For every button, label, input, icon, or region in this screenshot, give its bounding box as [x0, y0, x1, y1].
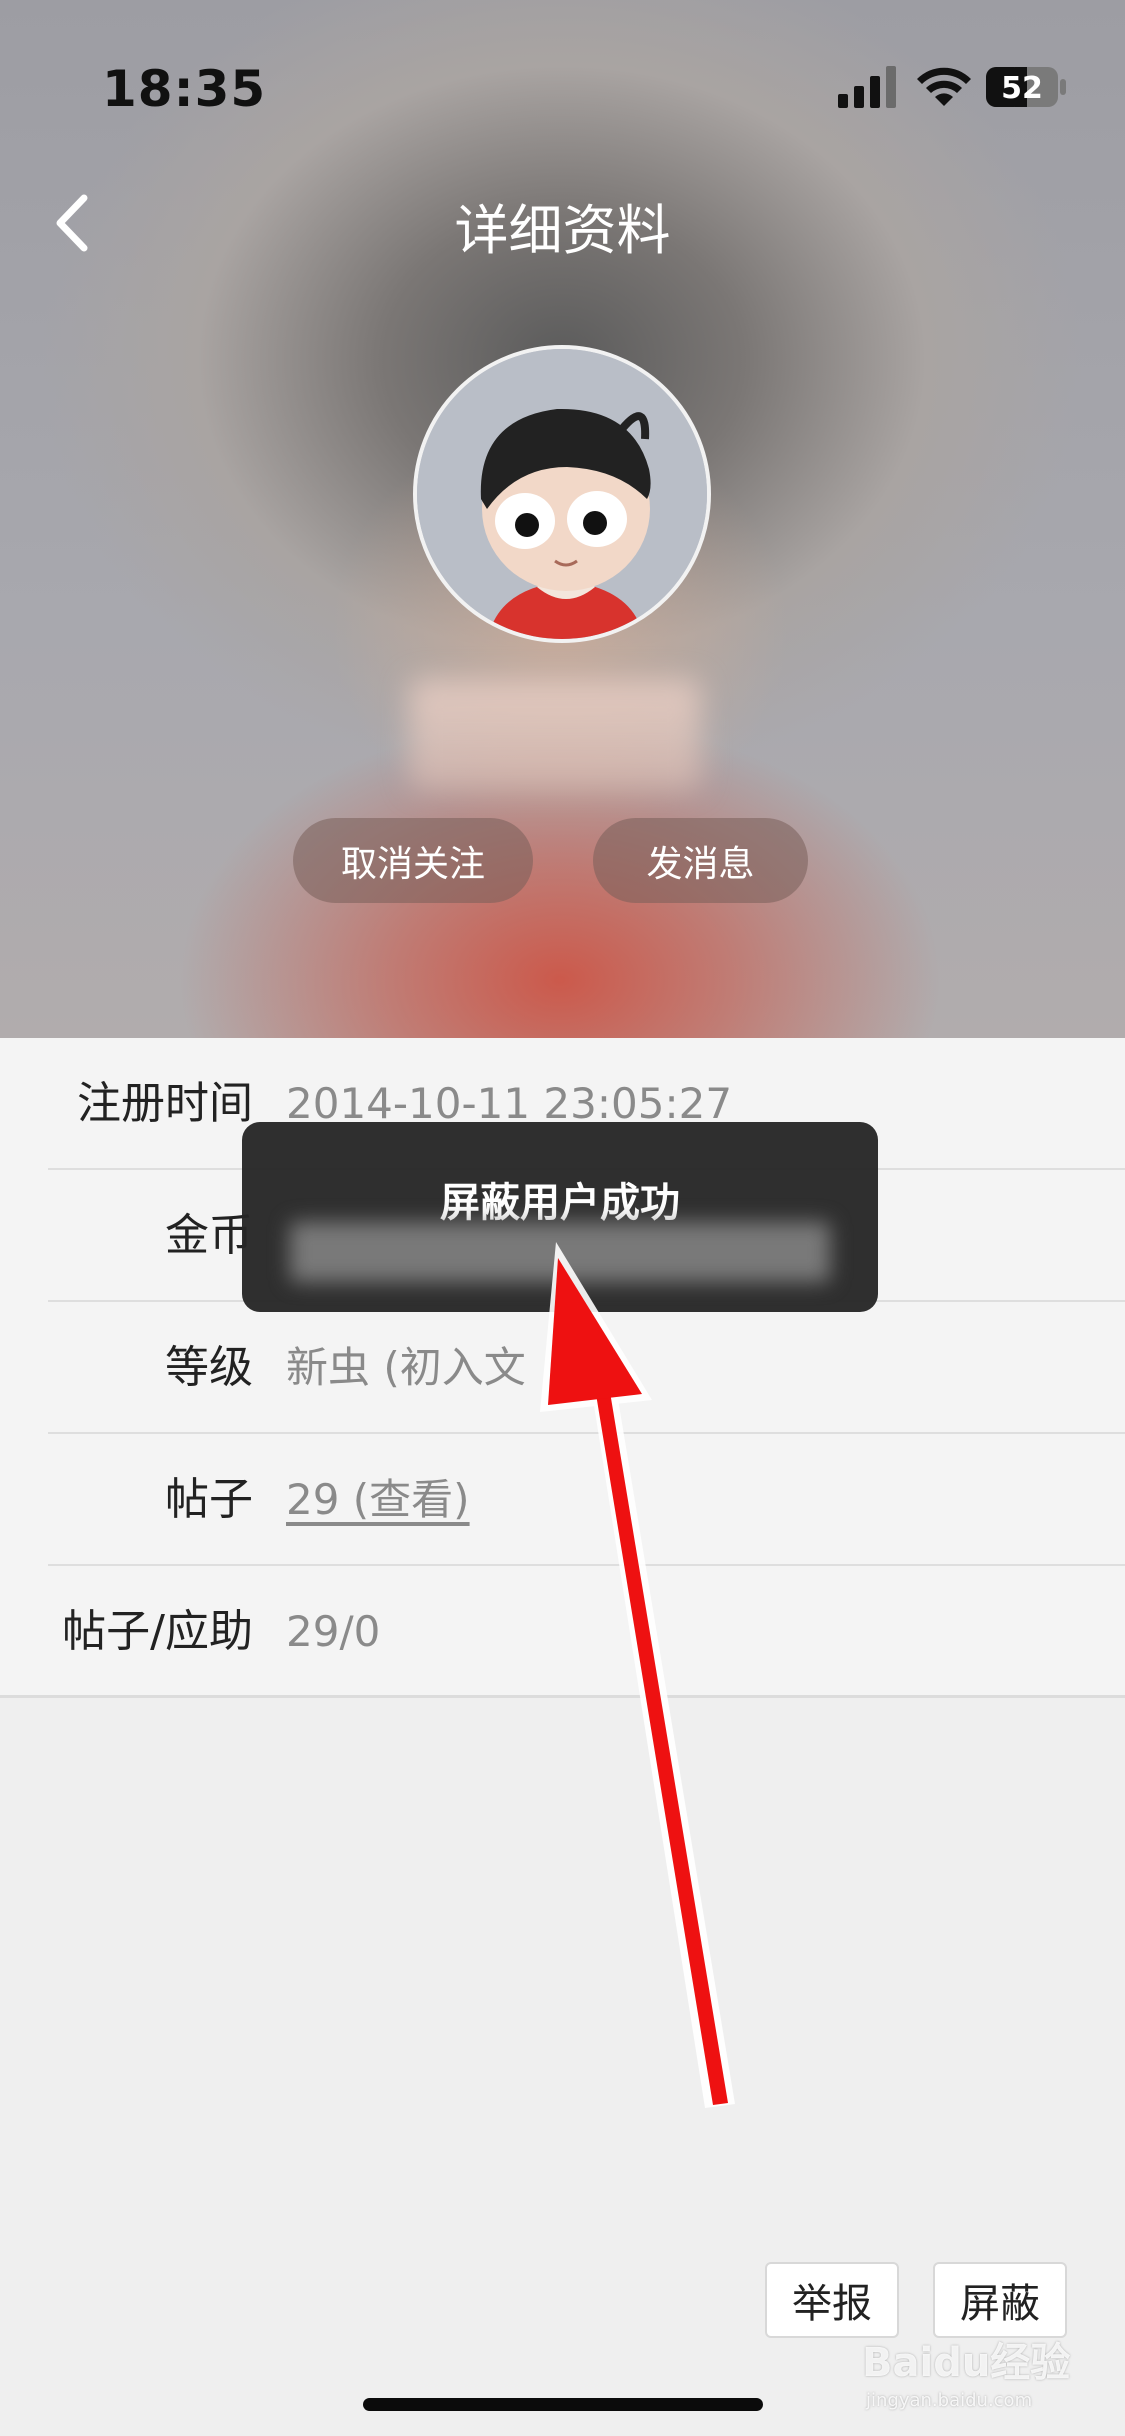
info-row-posts-help: 帖子/应助 29/0 — [0, 1566, 1125, 1698]
info-value: 新虫 (初入文 — [286, 1343, 526, 1392]
cartoon-avatar-icon — [417, 349, 707, 639]
page-title: 详细资料 — [454, 199, 671, 262]
watermark-brand: Baidu经验 — [862, 2340, 1071, 2386]
list-bottom-border — [0, 1695, 1125, 1698]
info-label: 等级 — [165, 1342, 253, 1393]
avatar[interactable] — [413, 345, 711, 643]
cellular-signal-icon — [838, 66, 896, 108]
view-posts-link[interactable]: 29 (查看) — [286, 1434, 470, 1566]
info-row-posts: 帖子 29 (查看) — [0, 1434, 1125, 1566]
baidu-watermark: Baidu经验 jingyan.baidu.com — [862, 2330, 1082, 2411]
info-value: 29/0 — [286, 1607, 381, 1656]
send-message-button[interactable]: 发消息 — [593, 818, 808, 903]
info-label: 金币 — [165, 1210, 253, 1261]
report-button[interactable]: 举报 — [765, 2262, 899, 2338]
battery-level: 52 — [1001, 71, 1043, 106]
unfollow-button[interactable]: 取消关注 — [293, 818, 533, 903]
info-label: 注册时间 — [77, 1078, 253, 1129]
info-row-level: 等级 新虫 (初入文 — [0, 1302, 1125, 1434]
toast-message: 屏蔽用户成功 — [440, 1180, 680, 1226]
toast: 屏蔽用户成功 — [242, 1122, 878, 1312]
info-label: 帖子/应助 — [62, 1606, 253, 1657]
watermark-url: jingyan.baidu.com — [866, 2390, 1033, 2411]
home-indicator — [363, 2398, 763, 2411]
profile-header: 18:35 52 详细资料 取消关注 发消息 — [0, 0, 1125, 1038]
info-label: 帖子 — [165, 1474, 253, 1525]
wifi-icon — [917, 67, 971, 106]
toast-blurred-detail — [290, 1222, 830, 1282]
block-button[interactable]: 屏蔽 — [933, 2262, 1067, 2338]
blurred-username — [410, 680, 700, 790]
battery-icon: 52 — [986, 67, 1066, 107]
status-time: 18:35 — [102, 60, 267, 118]
